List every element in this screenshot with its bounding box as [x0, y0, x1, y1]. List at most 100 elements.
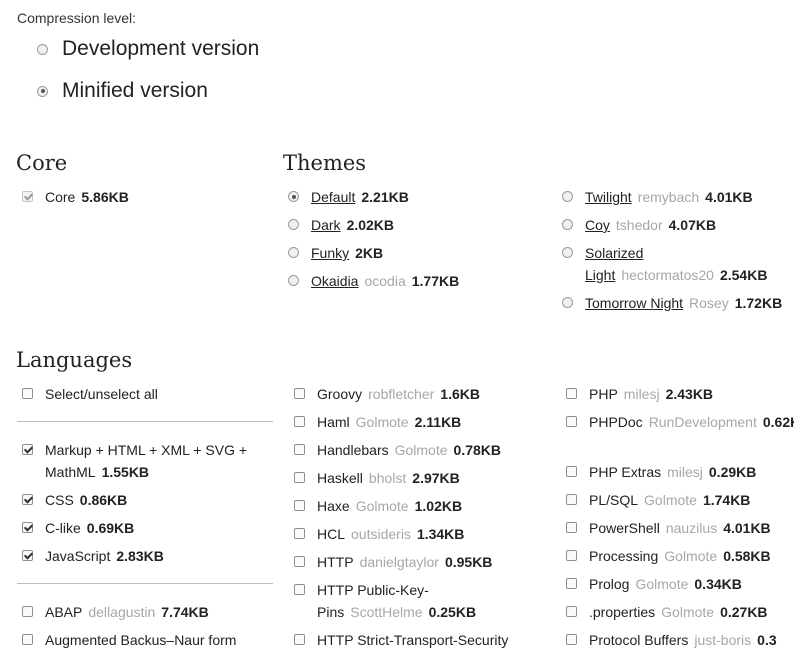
language-item-php-extras[interactable]: PHP Extras milesj 0.29KB [566, 461, 790, 483]
theme-size: 2.02KB [346, 217, 395, 233]
theme-size: 2KB [355, 245, 384, 261]
language-checkbox[interactable] [566, 578, 577, 589]
compression-level-label: Compression level: [17, 10, 137, 26]
language-checkbox[interactable] [566, 416, 577, 427]
minified-version-option[interactable]: Minified version [37, 79, 208, 103]
theme-item-coy[interactable]: Coy tshedor 4.07KB [562, 214, 794, 236]
language-item-http-strict-transport-security[interactable]: HTTP Strict-Transport-Security [294, 629, 534, 651]
language-checkbox[interactable] [294, 444, 305, 455]
theme-item-solarized-light[interactable]: Solarized Light hectormatos20 2.54KB [562, 242, 794, 286]
theme-item-funky[interactable]: Funky 2KB [288, 242, 548, 264]
language-checkbox[interactable] [22, 522, 33, 533]
language-checkbox[interactable] [294, 556, 305, 567]
language-checkbox[interactable] [294, 528, 305, 539]
theme-name[interactable]: Tomorrow Night [585, 295, 683, 311]
language-checkbox[interactable] [566, 494, 577, 505]
language-name: HTTP [317, 554, 354, 570]
language-name: PowerShell [589, 520, 660, 536]
language-owner: danielgtaylor [359, 554, 439, 570]
theme-item-dark[interactable]: Dark 2.02KB [288, 214, 548, 236]
language-name: PHP [589, 386, 618, 402]
language-checkbox[interactable] [566, 466, 577, 477]
language-checkbox[interactable] [566, 522, 577, 533]
theme-radio[interactable] [288, 191, 299, 202]
language-name: Prolog [589, 576, 630, 592]
language-item-properties[interactable]: .properties Golmote 0.27KB [566, 601, 790, 623]
language-item-phpdoc[interactable]: PHPDoc RunDevelopment 0.62KB [566, 411, 794, 433]
development-version-radio[interactable] [37, 43, 48, 55]
theme-radio[interactable] [562, 191, 573, 202]
theme-name[interactable]: Okaidia [311, 273, 358, 289]
language-checkbox[interactable] [22, 494, 33, 505]
language-size: 0.62KB [762, 414, 794, 430]
theme-radio[interactable] [288, 247, 299, 258]
language-item-c-like[interactable]: C-like 0.69KB [22, 517, 262, 539]
language-item-haskell[interactable]: Haskell bholst 2.97KB [294, 467, 534, 489]
language-name: PHPDoc [589, 414, 643, 430]
language-item-augmented-backus-naur-form[interactable]: Augmented Backus–Naur form [22, 629, 282, 651]
theme-name[interactable]: Funky [311, 245, 349, 261]
theme-item-default[interactable]: Default 2.21KB [288, 186, 548, 208]
language-size: 1.34KB [416, 526, 465, 542]
language-checkbox[interactable] [22, 634, 33, 645]
theme-owner: ocodia [364, 273, 406, 289]
select-all-item[interactable]: Select/unselect all [22, 383, 158, 405]
language-item-groovy[interactable]: Groovy robfletcher 1.6KB [294, 383, 534, 405]
language-item-haxe[interactable]: Haxe Golmote 1.02KB [294, 495, 534, 517]
language-item-handlebars[interactable]: Handlebars Golmote 0.78KB [294, 439, 534, 461]
language-item-markup-html-xml-svg-mathml[interactable]: Markup + HTML + XML + SVG + MathML 1.55KB [22, 439, 262, 483]
core-item: Core 5.86KB [22, 186, 129, 208]
language-size: 0.25KB [428, 604, 477, 620]
language-name: HTTP Strict-Transport-Security [317, 632, 509, 648]
language-item-hcl[interactable]: HCL outsideris 1.34KB [294, 523, 534, 545]
language-item-protocol-buffers[interactable]: Protocol Buffers just-boris 0.3 [566, 629, 790, 651]
theme-name[interactable]: Default [311, 189, 355, 205]
language-item-http[interactable]: HTTP danielgtaylor 0.95KB [294, 551, 534, 573]
minified-version-radio[interactable] [37, 85, 48, 97]
language-checkbox[interactable] [294, 388, 305, 399]
language-item-css[interactable]: CSS 0.86KB [22, 489, 262, 511]
language-item-processing[interactable]: Processing Golmote 0.58KB [566, 545, 790, 567]
language-item-prolog[interactable]: Prolog Golmote 0.34KB [566, 573, 790, 595]
language-owner: Golmote [644, 492, 697, 508]
language-name: .properties [589, 604, 656, 620]
language-item-javascript[interactable]: JavaScript 2.83KB [22, 545, 262, 567]
theme-radio[interactable] [562, 219, 573, 230]
theme-radio[interactable] [562, 297, 573, 308]
theme-name[interactable]: Twilight [585, 189, 632, 205]
theme-size: 2.21KB [361, 189, 409, 205]
language-checkbox[interactable] [294, 634, 305, 645]
theme-name[interactable]: Coy [585, 217, 610, 233]
language-owner: Golmote [635, 576, 689, 592]
theme-radio[interactable] [562, 247, 573, 258]
theme-item-okaidia[interactable]: Okaidia ocodia 1.77KB [288, 270, 548, 292]
language-checkbox[interactable] [22, 550, 33, 561]
language-checkbox[interactable] [22, 606, 33, 617]
theme-name[interactable]: Dark [311, 217, 341, 233]
theme-item-twilight[interactable]: Twilight remybach 4.01KB [562, 186, 794, 208]
development-version-option[interactable]: Development version [37, 37, 259, 61]
language-checkbox[interactable] [294, 472, 305, 483]
language-item-php[interactable]: PHP milesj 2.43KB [566, 383, 790, 405]
language-checkbox[interactable] [294, 416, 305, 427]
language-name: PL/SQL [589, 492, 639, 508]
language-checkbox[interactable] [294, 584, 305, 595]
language-item-http-public-key-pins[interactable]: HTTP Public-Key-Pins ScottHelme 0.25KB [294, 579, 534, 623]
language-item-abap[interactable]: ABAP dellagustin 7.74KB [22, 601, 282, 623]
language-checkbox[interactable] [566, 606, 577, 617]
language-item-haml[interactable]: Haml Golmote 2.11KB [294, 411, 534, 433]
language-item-pl-sql[interactable]: PL/SQL Golmote 1.74KB [566, 489, 790, 511]
select-all-checkbox[interactable] [22, 388, 33, 399]
language-checkbox[interactable] [566, 550, 577, 561]
language-checkbox[interactable] [22, 444, 33, 455]
language-checkbox[interactable] [566, 388, 577, 399]
language-item-powershell[interactable]: PowerShell nauzilus 4.01KB [566, 517, 790, 539]
theme-size: 4.07KB [668, 217, 717, 233]
theme-radio[interactable] [288, 275, 299, 286]
language-checkbox[interactable] [566, 634, 577, 645]
language-name: Haskell [317, 470, 363, 486]
theme-radio[interactable] [288, 219, 299, 230]
language-checkbox[interactable] [294, 500, 305, 511]
theme-item-tomorrow-night[interactable]: Tomorrow Night Rosey 1.72KB [562, 292, 794, 314]
language-owner: milesj [623, 386, 660, 402]
